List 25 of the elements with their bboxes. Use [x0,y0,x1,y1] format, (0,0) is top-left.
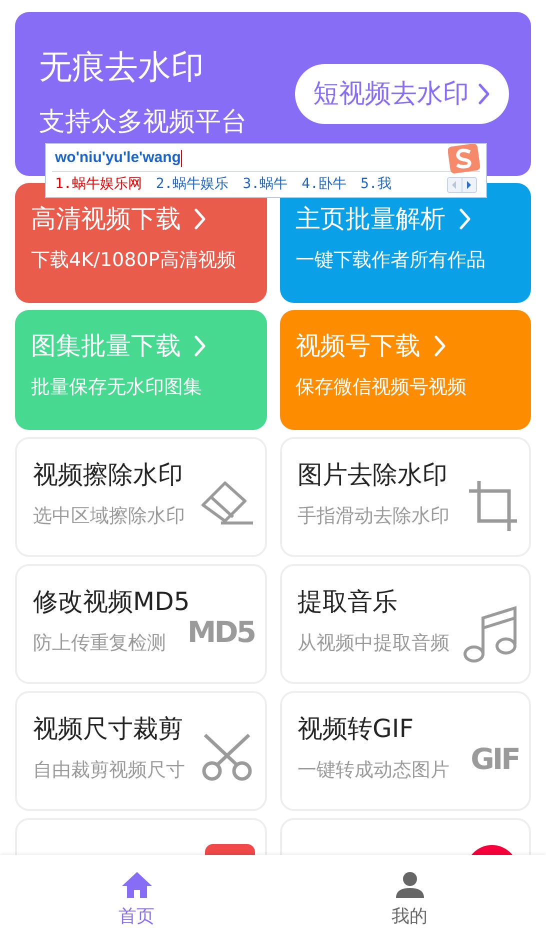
tool-subtitle: 批量保存无水印图集 [31,375,203,400]
tool-subtitle: 防上传重复检测 [33,631,167,656]
tool-subtitle: 保存微信视频号视频 [296,375,468,400]
tool-subtitle: 手指滑动去除水印 [298,504,450,529]
hero-subtitle: 支持众多视频平台 [39,108,247,134]
tool-title: 视频转GIF [298,713,415,745]
tool-title: 主页批量解析 [296,203,446,235]
tool-subtitle: 一键下载作者所有作品 [296,248,486,273]
format-label: GIF [470,745,519,774]
tool-title: 视频擦除水印 [33,459,184,491]
tool-title: 提取音乐 [298,586,398,618]
tool-subtitle: 从视频中提取音频 [298,631,450,656]
tool-title: 视频号下载 [296,330,420,362]
hero-title: 无痕去水印 [39,50,205,82]
tool-title: 高清视频下载 [31,203,181,235]
tool-title: 图集批量下载 [31,330,181,362]
tool-subtitle: 一键转成动态图片 [298,758,450,783]
tool-subtitle: 自由裁剪视频尺寸 [33,758,186,783]
tool-title: 修改视频MD5 [33,586,191,618]
format-label: MD5 [187,618,254,647]
tool-title: 视频尺寸裁剪 [33,713,184,745]
tool-title: 图片去除水印 [298,459,448,491]
tool-subtitle: 下载4K/1080P高清视频 [31,248,237,273]
ime-input-text: wo'niu'yu'le'wang [55,148,181,168]
tool-subtitle: 选中区域擦除水印 [33,504,186,529]
